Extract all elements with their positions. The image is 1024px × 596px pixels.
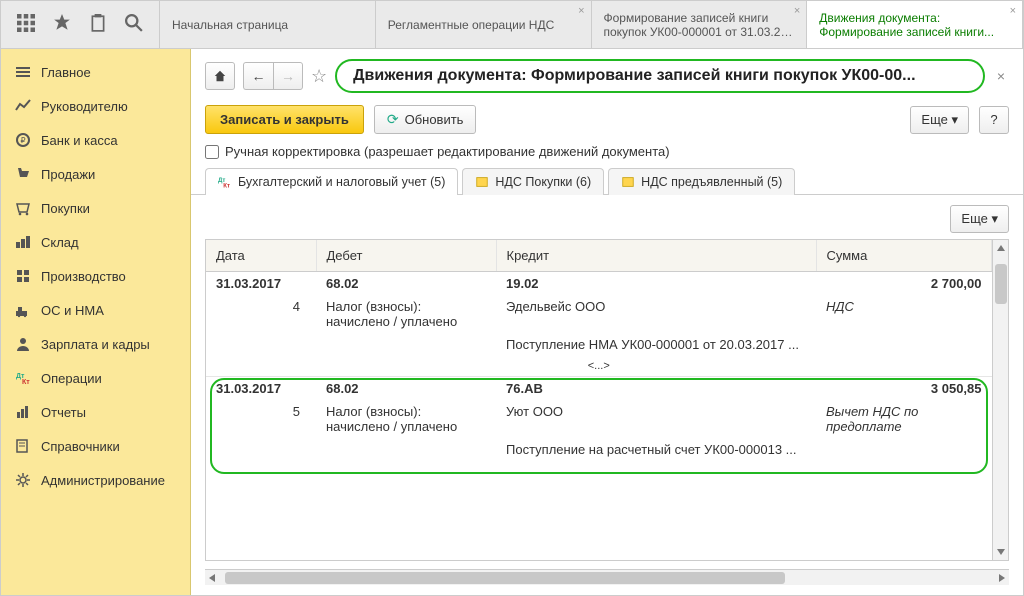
home-button[interactable] <box>205 62 235 90</box>
col-date[interactable]: Дата <box>206 240 316 272</box>
sidebar-item-main[interactable]: Главное <box>1 55 190 89</box>
sidebar-item-bank[interactable]: ₽ Банк и касса <box>1 123 190 157</box>
separator-row: <...> <box>206 356 992 377</box>
register-icon <box>621 175 635 189</box>
grid[interactable]: Дата Дебет Кредит Сумма 31.03.2017 <box>206 240 992 560</box>
subtab-label: НДС предъявленный (5) <box>641 175 782 189</box>
sidebar-item-operations[interactable]: ДтКтОперации <box>1 361 190 395</box>
favorite-icon[interactable]: ☆ <box>311 66 327 87</box>
sidebar-label: Покупки <box>41 201 90 216</box>
table-row[interactable]: 31.03.2017 68.02 19.02 2 700,00 <box>206 272 992 296</box>
sidebar-label: Банк и касса <box>41 133 118 148</box>
subtab-label: НДС Покупки (6) <box>495 175 591 189</box>
tab-form-records[interactable]: Формирование записей книги покупок УК00-… <box>592 1 808 48</box>
table-row[interactable]: Поступление НМА УК00-000001 от 20.03.201… <box>206 333 992 356</box>
dtkt-icon: ДтКт <box>218 175 232 189</box>
sidebar-label: Зарплата и кадры <box>41 337 150 352</box>
help-button[interactable]: ? <box>979 106 1009 134</box>
col-sum[interactable]: Сумма <box>816 240 992 272</box>
sidebar-item-admin[interactable]: Администрирование <box>1 463 190 497</box>
subtab-vat-presented[interactable]: НДС предъявленный (5) <box>608 168 795 195</box>
sidebar-item-salary[interactable]: Зарплата и кадры <box>1 327 190 361</box>
col-debit[interactable]: Дебет <box>316 240 496 272</box>
tab-doc-movements[interactable]: Движения документа: Формирование записей… <box>807 1 1023 48</box>
save-close-button[interactable]: Записать и закрыть <box>205 105 364 134</box>
sidebar-item-purchases[interactable]: Покупки <box>1 191 190 225</box>
refresh-button[interactable]: ⟳ Обновить <box>374 105 477 134</box>
grid-more-button[interactable]: Еще ▾ <box>950 205 1009 233</box>
tab-sublabel: покупок УК00-000001 от 31.03.2017... <box>604 25 795 39</box>
sidebar-label: Справочники <box>41 439 120 454</box>
subtab-vat-purchases[interactable]: НДС Покупки (6) <box>462 168 604 195</box>
refresh-icon: ⟳ <box>387 111 399 128</box>
sidebar-item-reports[interactable]: Отчеты <box>1 395 190 429</box>
table-row[interactable]: 4 Налог (взносы): начислено / уплачено Э… <box>206 295 992 333</box>
tab-label: Формирование записей книги <box>604 11 795 25</box>
svg-text:₽: ₽ <box>20 136 25 145</box>
sidebar: Главное Руководителю ₽ Банк и касса Прода… <box>1 49 191 595</box>
sidebar-item-warehouse[interactable]: Склад <box>1 225 190 259</box>
tab-start[interactable]: Начальная страница <box>160 1 376 48</box>
sidebar-item-production[interactable]: Производство <box>1 259 190 293</box>
sidebar-label: Продажи <box>41 167 95 182</box>
sidebar-item-assets[interactable]: ОС и НМА <box>1 293 190 327</box>
tab-vat-ops[interactable]: Регламентные операции НДС × <box>376 1 592 48</box>
nav-back-button[interactable]: ← <box>243 62 273 90</box>
sidebar-label: ОС и НМА <box>41 303 104 318</box>
table-row[interactable]: Поступление на расчетный счет УК00-00001… <box>206 438 992 461</box>
star-icon[interactable] <box>53 14 71 35</box>
sidebar-label: Главное <box>41 65 91 80</box>
manual-correction-checkbox[interactable] <box>205 145 219 159</box>
sidebar-label: Администрирование <box>41 473 165 488</box>
horizontal-scrollbar[interactable] <box>205 569 1009 585</box>
tab-sublabel: Формирование записей книги... <box>819 25 1010 39</box>
register-icon <box>475 175 489 189</box>
sidebar-label: Отчеты <box>41 405 86 420</box>
tab-label: Начальная страница <box>172 18 363 32</box>
sidebar-label: Склад <box>41 235 79 250</box>
manual-correction-label: Ручная корректировка (разрешает редактир… <box>225 144 670 159</box>
apps-icon[interactable] <box>17 14 35 35</box>
col-credit[interactable]: Кредит <box>496 240 816 272</box>
search-icon[interactable] <box>125 14 143 35</box>
close-icon[interactable]: × <box>993 68 1009 84</box>
page-title: Движения документа: Формирование записей… <box>335 59 985 93</box>
sidebar-label: Руководителю <box>41 99 128 114</box>
sidebar-item-catalogs[interactable]: Справочники <box>1 429 190 463</box>
tab-label: Движения документа: <box>819 11 1010 25</box>
sidebar-item-sales[interactable]: Продажи <box>1 157 190 191</box>
subtab-accounting[interactable]: ДтКт Бухгалтерский и налоговый учет (5) <box>205 168 458 195</box>
clipboard-icon[interactable] <box>89 14 107 35</box>
tab-label: Регламентные операции НДС <box>388 18 579 32</box>
sidebar-label: Операции <box>41 371 102 386</box>
close-icon[interactable]: × <box>794 5 800 17</box>
close-icon[interactable]: × <box>1010 5 1016 17</box>
close-icon[interactable]: × <box>578 5 584 17</box>
svg-text:Кт: Кт <box>223 182 230 189</box>
table-row[interactable]: 31.03.2017 68.02 76.АВ 3 050,85 <box>206 377 992 401</box>
refresh-label: Обновить <box>405 112 464 127</box>
table-row[interactable]: 5 Налог (взносы): начислено / уплачено У… <box>206 400 992 438</box>
svg-text:Кт: Кт <box>22 379 30 386</box>
nav-forward-button[interactable]: → <box>273 62 303 90</box>
more-button[interactable]: Еще ▾ <box>910 106 969 134</box>
subtab-label: Бухгалтерский и налоговый учет (5) <box>238 175 445 189</box>
sidebar-label: Производство <box>41 269 126 284</box>
sidebar-item-manager[interactable]: Руководителю <box>1 89 190 123</box>
vertical-scrollbar[interactable] <box>992 240 1008 560</box>
